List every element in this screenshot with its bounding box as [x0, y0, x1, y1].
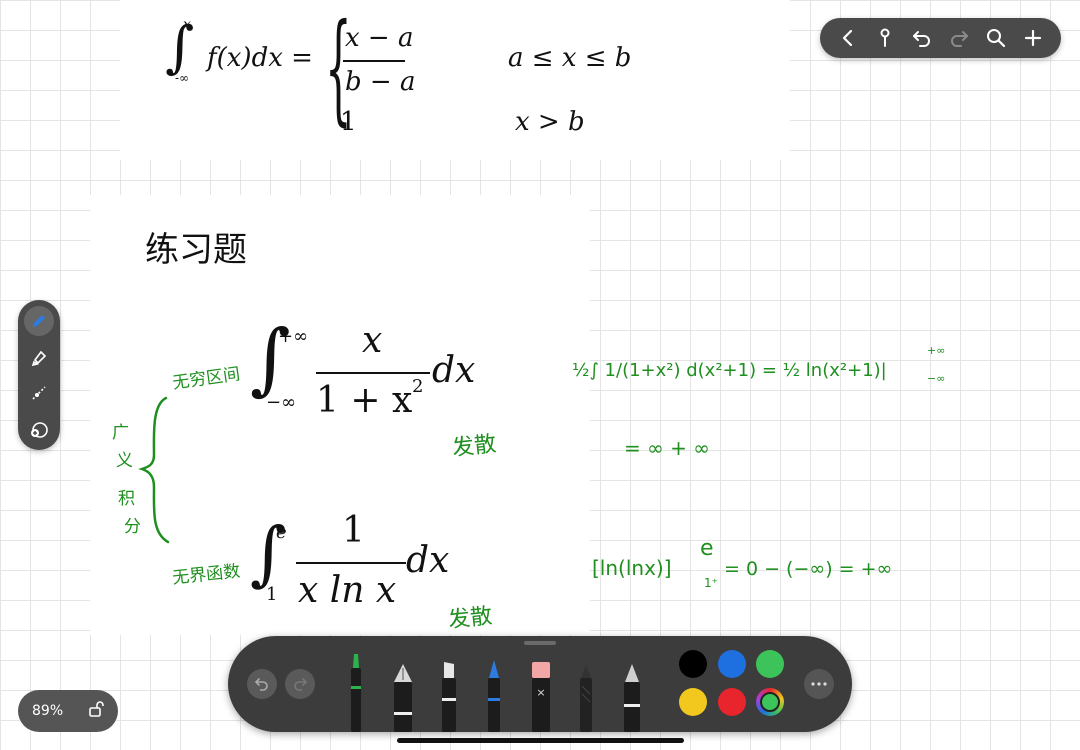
exercise-title: 练习题	[145, 230, 247, 270]
ex1-lower: −∞	[266, 392, 297, 413]
ex1-denominator: 1 + x	[316, 380, 413, 421]
ballpoint-pen-blue-icon[interactable]	[484, 658, 504, 732]
tray-drag-handle[interactable]	[524, 641, 556, 645]
marker-pen-green-icon[interactable]	[346, 652, 366, 732]
exercise-2-formula: ∫ e 1 1 x ln x dx	[250, 510, 470, 620]
ex2-lower: 1	[266, 584, 278, 605]
hw-diverge-2: 发散	[447, 603, 494, 634]
laser-pointer-icon[interactable]	[24, 378, 54, 408]
top-navigation-bar	[820, 18, 1061, 58]
pin-icon[interactable]	[872, 25, 898, 51]
case1-cond: a ≤ x ≤ b	[508, 43, 632, 73]
frac-bar	[343, 60, 405, 62]
home-indicator[interactable]	[397, 738, 684, 743]
color-swatch-selected-green[interactable]	[756, 688, 784, 716]
shapes-add-icon[interactable]	[24, 414, 54, 444]
ex2-numerator: 1	[342, 510, 365, 551]
search-icon[interactable]	[983, 25, 1009, 51]
exercise-1-formula: ∫ +∞ −∞ x 1 + x 2 dx	[250, 320, 490, 430]
pencil-texture-icon[interactable]	[576, 662, 596, 732]
ex2-denominator: x ln x	[298, 570, 397, 611]
int-upper: x	[183, 17, 191, 33]
ex1-numerator: x	[362, 320, 383, 361]
ex1-dx: dx	[432, 350, 476, 391]
color-swatch-red[interactable]	[718, 688, 746, 716]
hw-solution-2: [ln(lnx)] e 1⁺ = 0 − (−∞) = +∞	[592, 536, 932, 600]
highlighter-icon[interactable]	[24, 342, 54, 372]
int-lower: -∞	[175, 71, 190, 85]
fountain-pen-icon[interactable]	[390, 662, 416, 732]
brush-pen-icon[interactable]	[438, 660, 460, 732]
hw-sol2-rest: = 0 − (−∞) = +∞	[724, 558, 893, 580]
hw-brace-label-4: 分	[124, 517, 141, 537]
left-toolbar	[18, 300, 60, 450]
ex2-dx: dx	[406, 540, 450, 581]
hw-sol2-upper: e	[700, 536, 714, 561]
hw-sol1-upper: +∞	[927, 344, 946, 357]
frac-den: b − a	[345, 67, 416, 97]
more-options-icon[interactable]	[804, 669, 834, 699]
eraser-icon[interactable]: ×	[528, 660, 554, 732]
tray-undo-button[interactable]	[247, 669, 277, 699]
hw-sol2-lower: 1⁺	[704, 576, 718, 590]
add-icon[interactable]	[1020, 25, 1046, 51]
hw-sol1-lower: −∞	[927, 372, 946, 385]
color-swatch-blue[interactable]	[718, 650, 746, 678]
zoom-level: 89%	[32, 703, 64, 719]
hw-brace-label-3: 积	[118, 489, 135, 509]
svg-text:×: ×	[536, 686, 545, 699]
color-swatch-green[interactable]	[756, 650, 784, 678]
hw-brace-label-2: 义	[116, 451, 133, 471]
highlighter-pen-icon[interactable]	[620, 662, 644, 732]
lock-open-icon[interactable]	[88, 700, 104, 722]
frac-num: x − a	[345, 23, 414, 53]
back-chevron-icon[interactable]	[835, 25, 861, 51]
ex1-frac-bar	[316, 372, 430, 374]
ex2-frac-bar	[296, 562, 406, 564]
hw-diverge-1: 发散	[451, 431, 498, 462]
pen-mode-icon[interactable]	[24, 306, 54, 336]
hw-sol2-bracket: [ln(lnx)]	[592, 556, 672, 580]
lhs-text: f(x)dx =	[207, 43, 313, 73]
tray-redo-button[interactable]	[285, 669, 315, 699]
pen-tool-tray: ×	[228, 636, 852, 732]
redo-icon[interactable]	[946, 25, 972, 51]
case2-cond: x > b	[515, 107, 585, 137]
top-formula: ∫ x -∞ f(x)dx = { x − a b − a a ≤ x ≤ b …	[165, 9, 635, 145]
zoom-control[interactable]: 89%	[18, 690, 118, 732]
color-swatch-black[interactable]	[679, 650, 707, 678]
hw-sol1-line2: = ∞ + ∞	[624, 436, 710, 460]
hw-curly-brace	[138, 395, 178, 545]
undo-icon[interactable]	[909, 25, 935, 51]
ex2-upper: e	[276, 522, 287, 543]
color-swatch-yellow[interactable]	[679, 688, 707, 716]
hw-brace-label-1: 广	[112, 423, 129, 443]
hw-solution-1: ½∫ 1/(1+x²) d(x²+1) = ½ ln(x²+1)| +∞ −∞	[572, 336, 962, 406]
case2-val: 1	[340, 107, 357, 137]
ex1-upper: +∞	[278, 326, 309, 347]
hw-sol1-line1: ½∫ 1/(1+x²) d(x²+1) = ½ ln(x²+1)|	[572, 360, 887, 381]
ex1-exponent: 2	[412, 376, 424, 397]
